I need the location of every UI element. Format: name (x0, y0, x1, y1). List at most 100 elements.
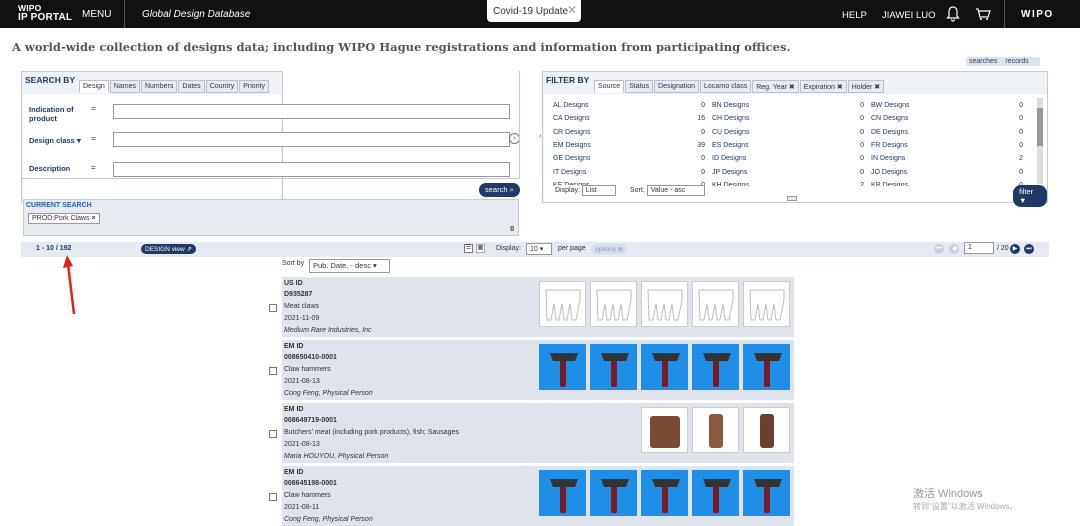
menu-button[interactable]: MENU (82, 9, 111, 20)
design-thumbnail[interactable] (743, 281, 790, 327)
filter-item[interactable]: JO Designs 0 (871, 169, 1029, 182)
result-row[interactable]: EM ID 008649719-0001 Butchers' meat (inclu… (282, 403, 794, 463)
cart-icon[interactable] (975, 7, 991, 23)
tab-dates[interactable]: Dates (178, 80, 205, 93)
per-page-select[interactable]: 10 ▾ (526, 243, 552, 255)
red-arrow-annotation (63, 255, 76, 315)
sort-by-select[interactable]: Pub. Date. - desc ▾ (309, 259, 390, 273)
options-button[interactable]: options ⊗ (591, 244, 628, 254)
tab-numbers[interactable]: Numbers (140, 80, 178, 93)
result-checkbox[interactable] (269, 430, 277, 438)
tab-source[interactable]: Source (594, 80, 625, 93)
tab-reg-year[interactable]: Reg. Year ✖ (752, 80, 799, 93)
search-button[interactable]: search ⌕ (479, 183, 520, 197)
design-thumbnail[interactable] (743, 407, 790, 453)
tab-holder[interactable]: Holder ✖ (847, 80, 885, 93)
last-page-icon[interactable]: ⏭ (1024, 244, 1034, 254)
filter-item[interactable]: FR Designs 0 (871, 142, 1029, 155)
display-control: Display: List (555, 185, 618, 196)
design-thumbnail[interactable] (641, 407, 688, 453)
grid-view-icon[interactable]: ▦ (476, 244, 485, 253)
result-row[interactable]: US ID D935287 Meat claws 2021-11-09 Medium R… (282, 277, 794, 337)
design-thumbnail[interactable] (743, 470, 790, 516)
result-checkbox[interactable] (269, 493, 277, 501)
page-input[interactable]: 1 (964, 242, 994, 254)
filter-button[interactable]: filter ▼ (1013, 185, 1047, 207)
sort-select[interactable]: Value - asc (646, 185, 705, 196)
next-page-icon[interactable]: ▶ (1010, 244, 1020, 254)
tab-country[interactable]: Country (205, 80, 239, 93)
description-input[interactable] (113, 162, 510, 177)
filter-item[interactable]: IT Designs 0 (553, 169, 711, 182)
first-page-icon[interactable]: ⏮ (934, 244, 944, 254)
design-thumbnail[interactable] (692, 407, 739, 453)
result-checkbox[interactable] (269, 367, 277, 375)
filter-item[interactable]: CN Designs 0 (871, 115, 1029, 128)
tab-status[interactable]: Status (625, 80, 654, 93)
design-thumbnail[interactable] (641, 281, 688, 327)
filter-item[interactable]: DE Designs 0 (871, 129, 1029, 142)
help-link[interactable]: HELP (842, 10, 867, 21)
design-thumbnail[interactable] (743, 344, 790, 390)
design-class-label[interactable]: Design class ▾ (29, 136, 81, 145)
filter-item[interactable]: IN Designs 2 (871, 155, 1029, 168)
filter-item[interactable]: CH Designs 0 (712, 115, 870, 128)
result-row[interactable]: EM ID 008650410-0001 Claw hammers 2021-08-1… (282, 340, 794, 400)
collapse-handle[interactable]: ‹ (539, 133, 544, 143)
filter-item[interactable]: BW Designs 0 (871, 102, 1029, 115)
filter-item[interactable]: GE Designs 0 (553, 155, 711, 168)
filter-item-label: GE Designs (553, 155, 591, 163)
searches-dropdown[interactable]: searches (969, 58, 997, 65)
design-thumbnail[interactable] (692, 470, 739, 516)
wipo-logo[interactable]: WIPO (1021, 9, 1054, 20)
filter-item[interactable]: KR Designs 0 (871, 182, 1029, 186)
design-thumbnail[interactable] (641, 344, 688, 390)
design-thumbnail[interactable] (590, 344, 637, 390)
covid-banner[interactable]: Covid-19 Update ✕ (487, 0, 581, 22)
design-thumbnail[interactable] (539, 344, 586, 390)
records-dropdown[interactable]: records (1005, 58, 1028, 65)
user-name[interactable]: JIAWEI LUO (882, 10, 936, 21)
remove-icon[interactable]: × (92, 215, 96, 222)
tab-designation[interactable]: Designation (654, 80, 700, 93)
close-icon[interactable]: ✕ (567, 3, 577, 17)
filter-item[interactable]: CR Designs 0 (553, 129, 711, 142)
filter-item[interactable]: ES Designs 0 (712, 142, 870, 155)
tab-expiration[interactable]: Expiration ✖ (799, 80, 847, 93)
design-thumbnail[interactable] (590, 281, 637, 327)
tab-locarno-class[interactable]: Locarno class (700, 80, 752, 93)
design-view-button[interactable]: DESIGN view ⇗ (141, 244, 196, 254)
filter-item[interactable]: JP Designs 0 (712, 169, 870, 182)
design-class-input[interactable] (113, 132, 510, 147)
filter-item[interactable]: BN Designs 0 (712, 102, 870, 115)
list-view-icon[interactable]: ☰ (464, 244, 473, 253)
resize-handle[interactable] (787, 196, 797, 201)
prev-page-icon[interactable]: ◀ (949, 244, 959, 254)
design-thumbnail[interactable] (590, 470, 637, 516)
filter-item[interactable]: ID Designs 0 (712, 155, 870, 168)
design-thumbnail[interactable] (539, 281, 586, 327)
tab-design[interactable]: Design (79, 80, 109, 93)
design-thumbnail[interactable] (692, 281, 739, 327)
design-thumbnail[interactable] (692, 344, 739, 390)
design-thumbnail[interactable] (539, 470, 586, 516)
wipo-ip-portal-logo[interactable]: WIPO IP PORTAL (18, 4, 72, 23)
filter-item[interactable]: EM Designs 39 (553, 142, 711, 155)
tab-names[interactable]: Names (109, 80, 140, 93)
filter-item-count: 0 (860, 141, 864, 149)
result-checkbox[interactable] (269, 304, 277, 312)
tab-priority[interactable]: Priority (239, 80, 269, 93)
result-office: EM ID (284, 406, 304, 413)
scrollbar[interactable] (1037, 98, 1043, 184)
display-select[interactable]: List (581, 185, 616, 196)
covid-banner-label: Covid-19 Update (493, 6, 569, 17)
indication-input[interactable] (113, 104, 510, 119)
filter-item[interactable]: CA Designs 16 (553, 115, 711, 128)
result-row[interactable]: EM ID 008645198-0001 Claw hammers 2021-08-1… (282, 466, 794, 526)
filter-item[interactable]: AL Designs 0 (553, 102, 711, 115)
current-search-chip[interactable]: PROD:Pork Claws × (28, 213, 100, 224)
bell-icon[interactable] (946, 6, 960, 24)
filter-item[interactable]: CU Designs 0 (712, 129, 870, 142)
design-thumbnail[interactable] (641, 470, 688, 516)
filter-item[interactable]: KH Designs 2 (712, 182, 870, 186)
